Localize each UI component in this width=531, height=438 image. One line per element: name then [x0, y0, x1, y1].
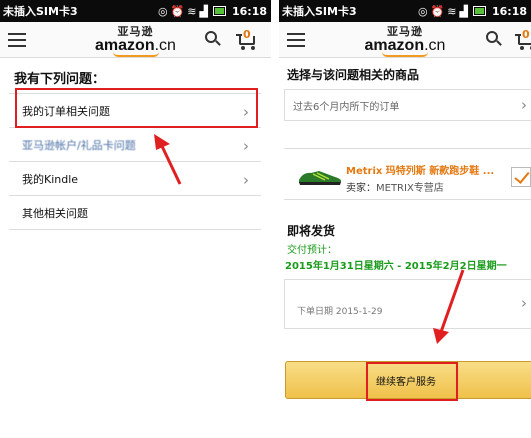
- phone-screen-left: 未插入SIM卡3 ◎ ⏰ ≋ ▟ 16:18 亚马逊 amazon.cn 0 我…: [0, 0, 271, 438]
- battery-icon: [472, 6, 486, 16]
- issue-kindle[interactable]: 我的Kindle ›: [9, 162, 261, 196]
- issue-account-giftcard[interactable]: 亚马逊帐户/礼品卡问题 ›: [9, 128, 261, 162]
- continue-customer-service-button[interactable]: 继续客户服务: [285, 361, 531, 399]
- carrier-label: 未插入SIM卡3: [282, 5, 357, 18]
- product-name: Metrix 玛特列斯 新款跑步鞋 ...: [346, 166, 495, 177]
- smile-icon: [382, 52, 428, 57]
- issue-other-label: 其他相关问题: [22, 206, 88, 220]
- phone-screen-right: 未插入SIM卡3 ◎ ⏰ ≋ ▟ 16:18 亚马逊 amazon.cn 0 选…: [279, 0, 531, 438]
- cart-icon[interactable]: 0: [515, 28, 531, 50]
- screenshot-composite: 未插入SIM卡3 ◎ ⏰ ≋ ▟ 16:18 亚马逊 amazon.cn 0 我…: [0, 0, 531, 438]
- order-filter-label: 过去6个月内所下的订单: [293, 101, 400, 113]
- amazon-logo[interactable]: 亚马逊 amazon.cn: [0, 26, 271, 57]
- smile-icon: [112, 52, 159, 57]
- eta-label: 交付预计：: [287, 245, 337, 256]
- shipping-status-title: 即将发货: [287, 224, 336, 238]
- battery-icon: [212, 6, 226, 16]
- signal-icon: ▟: [199, 4, 208, 18]
- product-seller: 卖家：METRIX专营店: [346, 183, 444, 194]
- wifi-icon: ≋: [447, 4, 457, 18]
- chevron-right-icon: ›: [243, 171, 249, 189]
- app-header: 亚马逊 amazon.cn 0: [0, 22, 271, 58]
- issue-account-label: 亚马逊帐户/礼品卡问题: [22, 138, 136, 152]
- carrier-label: 未插入SIM卡3: [3, 5, 78, 18]
- status-icons: ◎ ⏰ ≋ ▟ 16:18: [158, 5, 267, 18]
- chevron-right-icon: ›: [521, 294, 527, 312]
- issue-other[interactable]: 其他相关问题: [9, 196, 261, 230]
- shoe-image: [299, 171, 342, 185]
- headset-icon: ◎: [417, 4, 428, 18]
- search-icon[interactable]: [486, 31, 502, 47]
- clock: 16:18: [231, 4, 267, 18]
- cart-icon[interactable]: 0: [236, 28, 260, 50]
- wifi-icon: ≋: [187, 4, 197, 18]
- issue-orders-label: 我的订单相关问题: [22, 104, 110, 118]
- status-bar: 未插入SIM卡3 ◎ ⏰ ≋ ▟ 16:18: [0, 0, 271, 22]
- signal-icon: ▟: [459, 4, 468, 18]
- issue-orders[interactable]: 我的订单相关问题 ›: [9, 94, 261, 128]
- issues-heading: 我有下列问题：: [14, 72, 106, 87]
- alarm-icon: ⏰: [170, 4, 185, 18]
- product-item[interactable]: Metrix 玛特列斯 新款跑步鞋 ... 卖家：METRIX专营店: [284, 148, 531, 200]
- search-icon[interactable]: [205, 31, 221, 47]
- issue-kindle-label: 我的Kindle: [22, 172, 79, 186]
- eta-dates: 2015年1月31日星期六 - 2015年2月2日星期一: [285, 261, 507, 272]
- hamburger-menu-icon[interactable]: [287, 32, 305, 47]
- chevron-right-icon: ›: [243, 103, 249, 121]
- status-bar: 未插入SIM卡3 ◎ ⏰ ≋ ▟ 16:18: [279, 0, 531, 22]
- hamburger-menu-icon[interactable]: [8, 32, 26, 47]
- app-header: 亚马逊 amazon.cn 0: [279, 22, 531, 58]
- chevron-right-icon: ›: [243, 137, 249, 155]
- product-select-heading: 选择与该问题相关的商品: [287, 68, 420, 82]
- issue-list: 我的订单相关问题 › 亚马逊帐户/礼品卡问题 › 我的Kindle › 其他相关…: [9, 93, 261, 230]
- product-checkbox[interactable]: [511, 167, 531, 187]
- logo-cn-text: 亚马逊: [117, 25, 154, 38]
- order-detail-row[interactable]: 下单日期 2015-1-29 ›: [284, 279, 531, 329]
- order-date: 下单日期 2015-1-29: [297, 307, 383, 317]
- logo-brand-text: amazon.cn: [95, 37, 176, 54]
- order-filter-row[interactable]: 过去6个月内所下的订单 ›: [284, 89, 531, 121]
- chevron-right-icon: ›: [521, 96, 527, 114]
- alarm-icon: ⏰: [430, 4, 445, 18]
- status-icons: ◎ ⏰ ≋ ▟ 16:18: [418, 5, 527, 18]
- clock: 16:18: [491, 4, 527, 18]
- headset-icon: ◎: [157, 4, 168, 18]
